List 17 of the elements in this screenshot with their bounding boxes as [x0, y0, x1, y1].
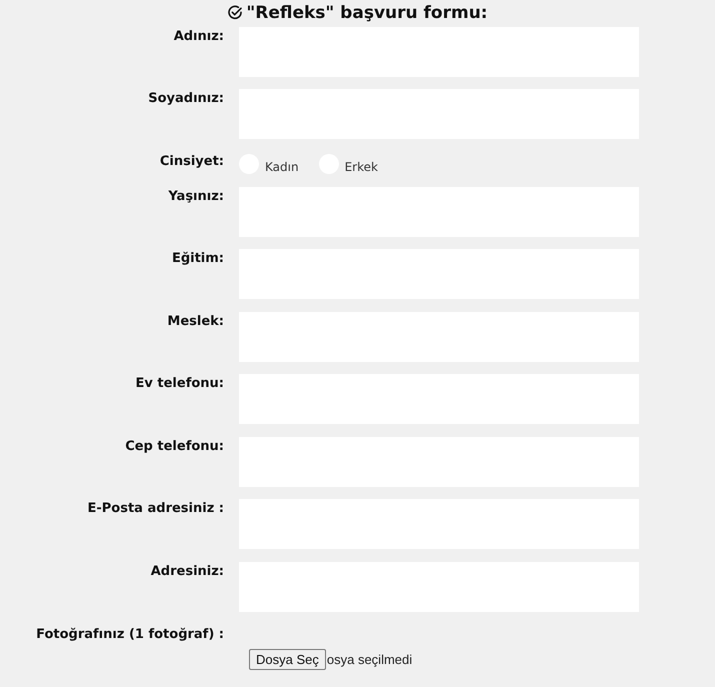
field-label: Adınız: — [172, 28, 224, 46]
check-circle-icon — [227, 5, 244, 22]
field-label: Meslek: — [166, 312, 224, 331]
radio-label: Kadın — [265, 159, 299, 174]
field-label: Adresiniz: — [150, 562, 224, 581]
field-label: Cinsiyet: — [158, 153, 224, 172]
field-label: Eğitim: — [170, 250, 224, 268]
field-label: Yaşınız: — [167, 188, 224, 206]
field-label: E-Posta adresiniz : — [86, 500, 224, 518]
field-label: Soyadınız: — [147, 90, 224, 108]
radio-label: Erkek — [344, 159, 378, 174]
form-title: "Refleks" başvuru formu: — [246, 3, 488, 24]
field-label: Cep telefonu: — [124, 438, 224, 456]
field-label: Ev telefonu: — [134, 375, 224, 394]
choose-file-button[interactable]: Dosya Seç — [249, 649, 326, 670]
file-status: osya seçilmedi — [326, 652, 412, 668]
field-label: Fotoğrafınız (1 fotoğraf) : — [35, 626, 224, 644]
